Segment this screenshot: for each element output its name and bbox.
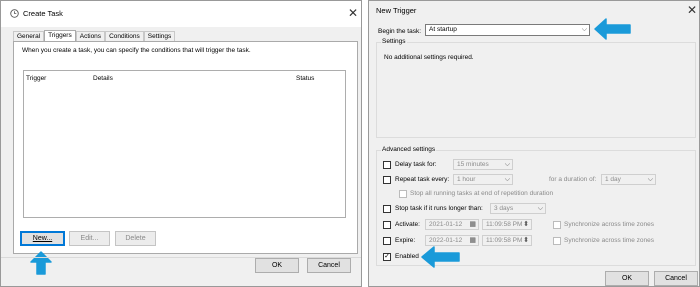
edit-button[interactable]: Edit... [69, 231, 110, 246]
sync-activate-label: Synchronize across time zones [564, 221, 654, 228]
delete-button[interactable]: Delete [115, 231, 156, 246]
enabled-label: Enabled [395, 253, 419, 260]
repeat-checkbox[interactable] [383, 176, 391, 184]
chevron-down-icon: ⌵ [581, 26, 587, 33]
calendar-icon: ▦ [469, 221, 476, 228]
begin-label: Begin the task: [378, 28, 421, 35]
settings-text: No additional settings required. [384, 54, 474, 61]
stop-longer-checkbox[interactable] [383, 205, 391, 213]
activate-time: 11:09:58 PM [486, 221, 523, 228]
window-title: New Trigger [376, 6, 417, 15]
ok-button[interactable]: OK [605, 271, 649, 286]
chevron-down-icon: ⌵ [647, 176, 653, 183]
arrow-up-icon [30, 251, 52, 275]
spinner-icon: ⬍ [523, 221, 529, 228]
cancel-button[interactable]: Cancel [654, 271, 698, 286]
begin-value: At startup [429, 26, 457, 33]
column-trigger[interactable]: Trigger [26, 75, 46, 82]
cancel-button-label: Cancel [665, 275, 687, 282]
sync-activate-checkbox[interactable] [553, 221, 561, 229]
repeat-value: 1 hour [457, 176, 476, 183]
expire-date-field[interactable]: 2022-01-12 ▦ [425, 235, 479, 246]
repeat-label: Repeat task every: [395, 176, 450, 183]
column-details[interactable]: Details [93, 75, 113, 82]
spinner-icon: ⬍ [523, 237, 529, 244]
calendar-icon: ▦ [469, 237, 476, 244]
duration-label: for a duration of: [549, 176, 597, 183]
stop-running-checkbox[interactable] [399, 190, 407, 198]
create-task-window: Create Task ✕ General Triggers Actions C… [0, 0, 362, 287]
ok-button-label: OK [271, 262, 283, 269]
settings-label: Settings [381, 38, 407, 45]
advanced-label: Advanced settings [381, 146, 437, 153]
expire-time-field[interactable]: 11:09:58 PM ⬍ [482, 235, 532, 246]
close-icon[interactable]: ✕ [348, 6, 358, 20]
repeat-dropdown[interactable]: 1 hour ⌵ [453, 174, 513, 185]
stop-running-label: Stop all running tasks at end of repetit… [410, 190, 554, 197]
stop-longer-value: 3 days [494, 205, 514, 212]
stop-longer-label: Stop task if it runs longer than: [395, 205, 483, 212]
stop-longer-dropdown[interactable]: 3 days ⌵ [490, 203, 546, 214]
ok-button-label: OK [621, 275, 633, 282]
duration-value: 1 day [605, 176, 621, 183]
activate-label: Activate: [395, 221, 420, 228]
activate-checkbox[interactable] [383, 221, 391, 229]
delay-dropdown[interactable]: 15 minutes ⌵ [453, 159, 513, 170]
new-trigger-window: New Trigger ✕ Begin the task: At startup… [368, 0, 700, 287]
cancel-button[interactable]: Cancel [307, 258, 351, 273]
expire-label: Expire: [395, 237, 416, 244]
triggers-description: When you create a task, you can specify … [22, 47, 251, 54]
edit-button-label: Edit... [80, 235, 99, 242]
enabled-checkbox[interactable]: ✓ [383, 253, 391, 261]
arrow-left-icon [421, 246, 460, 268]
ok-button[interactable]: OK [255, 258, 299, 273]
activate-time-field[interactable]: 11:09:58 PM ⬍ [482, 219, 532, 230]
begin-dropdown[interactable]: At startup ⌵ [425, 24, 590, 36]
expire-date: 2022-01-12 [429, 237, 463, 244]
sync-expire-checkbox[interactable] [553, 237, 561, 245]
triggers-list[interactable]: Trigger Details Status [23, 70, 346, 218]
new-button[interactable]: New... [20, 231, 65, 246]
activate-date-field[interactable]: 2021-01-12 ▦ [425, 219, 479, 230]
chevron-down-icon: ⌵ [504, 176, 510, 183]
chevron-down-icon: ⌵ [504, 161, 510, 168]
sync-expire-label: Synchronize across time zones [564, 237, 654, 244]
clock-icon [10, 9, 19, 18]
delay-label: Delay task for: [395, 161, 437, 168]
delay-value: 15 minutes [457, 161, 489, 168]
duration-dropdown[interactable]: 1 day ⌵ [601, 174, 656, 185]
window-title: Create Task [23, 9, 63, 18]
chevron-down-icon: ⌵ [537, 205, 543, 212]
arrow-left-icon [594, 18, 631, 40]
activate-date: 2021-01-12 [429, 221, 463, 228]
expire-checkbox[interactable] [383, 237, 391, 245]
close-icon[interactable]: ✕ [687, 3, 697, 17]
arrow-left-shape [594, 18, 631, 40]
arrow-left-shape [421, 246, 460, 268]
arrow-up-shape [30, 251, 52, 275]
delay-checkbox[interactable] [383, 161, 391, 169]
title-bar: Create Task ✕ [1, 1, 361, 27]
delete-button-label: Delete [125, 235, 146, 242]
expire-time: 11:09:58 PM [486, 237, 523, 244]
cancel-button-label: Cancel [318, 262, 340, 269]
new-button-label: New... [32, 235, 53, 242]
column-status[interactable]: Status [296, 75, 314, 82]
